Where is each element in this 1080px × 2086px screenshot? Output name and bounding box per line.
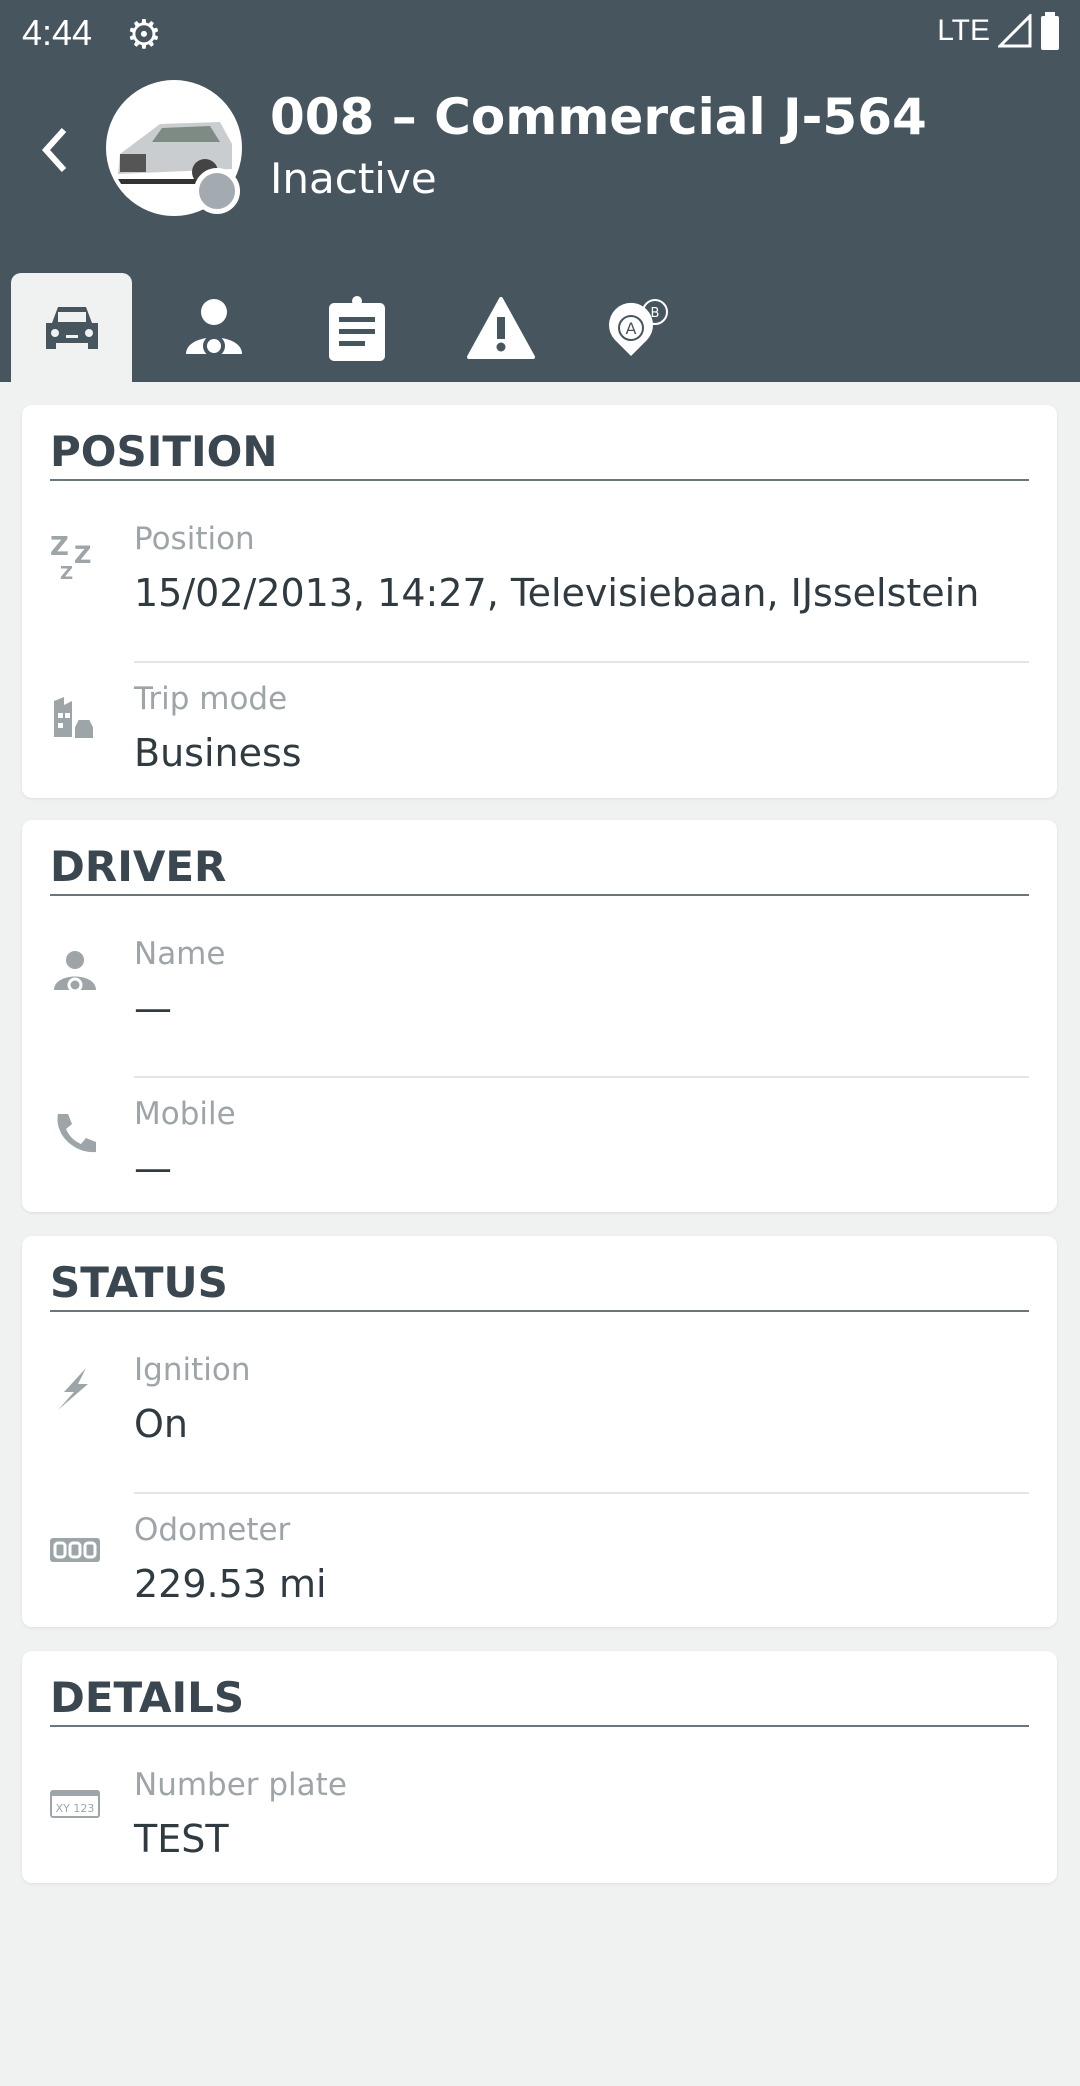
car-icon <box>45 306 98 349</box>
driver-name-row: Name — <box>22 918 1057 1078</box>
position-value: 15/02/2013, 14:27, Televisiebaan, IJssel… <box>134 571 980 615</box>
tab-vehicle[interactable] <box>11 273 132 382</box>
section-title: DETAILS <box>50 1673 245 1722</box>
vehicle-status: Inactive <box>270 154 437 203</box>
ignition-row: Ignition On <box>22 1334 1057 1494</box>
tab-alerts[interactable] <box>440 273 561 382</box>
tab-trips[interactable]: AB <box>578 273 699 382</box>
tab-driver[interactable] <box>153 273 274 382</box>
driver-card: DRIVER Name — Mobile — <box>22 820 1057 1212</box>
ignition-value: On <box>134 1402 188 1446</box>
driver-name-label: Name <box>134 936 226 972</box>
svg-text:Z: Z <box>50 533 69 562</box>
details-card: DETAILS XY 123 Number plate TEST <box>22 1651 1057 1883</box>
app-header: 4:44 ⚙ LTE 008 – Commercial J-564 Inacti… <box>0 0 1080 382</box>
divider <box>50 479 1029 481</box>
clipboard-icon <box>328 295 385 361</box>
trip-mode-value: Business <box>134 731 302 775</box>
svg-text:XY 123: XY 123 <box>56 1802 95 1815</box>
driver-name-value: — <box>134 986 172 1030</box>
svg-text:Z: Z <box>74 541 91 569</box>
ignition-label: Ignition <box>134 1352 251 1388</box>
section-title: POSITION <box>50 427 278 476</box>
number-plate-label: Number plate <box>134 1767 347 1803</box>
number-plate-icon: XY 123 <box>50 1790 100 1818</box>
number-plate-value: TEST <box>134 1817 229 1861</box>
driver-icon <box>185 298 242 357</box>
divider <box>50 1725 1029 1727</box>
back-button[interactable] <box>36 120 76 180</box>
route-ab-icon: AB <box>608 298 668 356</box>
warning-icon <box>466 296 535 359</box>
sleep-zzz-icon: Z ZZ <box>50 533 91 583</box>
lightning-icon <box>58 1368 88 1410</box>
status-card: STATUS Ignition On Odometer 229.53 mi <box>22 1236 1057 1627</box>
vehicle-title: 008 – Commercial J-564 <box>270 88 927 146</box>
phone-icon <box>57 1114 96 1153</box>
divider <box>50 894 1029 896</box>
driver-icon <box>54 951 96 993</box>
svg-text:Z: Z <box>60 563 73 583</box>
signal-icon <box>998 14 1032 48</box>
status-indicators: LTE <box>937 12 1060 50</box>
section-title: STATUS <box>50 1258 228 1307</box>
svg-text:B: B <box>650 306 659 321</box>
divider <box>50 1310 1029 1312</box>
odometer-label: Odometer <box>134 1512 291 1548</box>
driver-mobile-row: Mobile — <box>22 1078 1057 1238</box>
settings-gear-icon: ⚙ <box>126 12 162 58</box>
network-label: LTE <box>937 14 990 47</box>
svg-text:A: A <box>625 319 636 338</box>
tab-logbook[interactable] <box>296 273 417 382</box>
odometer-icon <box>50 1538 100 1562</box>
odometer-value: 229.53 mi <box>134 1562 327 1606</box>
trip-mode-row: Trip mode Business <box>22 663 1057 823</box>
position-row: ZZZ Position 15/02/2013, 14:27, Televisi… <box>22 503 1057 663</box>
section-title: DRIVER <box>50 842 227 891</box>
driver-mobile-label: Mobile <box>134 1096 236 1132</box>
status-dot <box>194 168 240 214</box>
trip-mode-label: Trip mode <box>134 681 288 717</box>
position-label: Position <box>134 521 255 557</box>
business-trip-icon <box>54 697 95 740</box>
position-card: POSITION ZZZ Position 15/02/2013, 14:27,… <box>22 405 1057 798</box>
odometer-row: Odometer 229.53 mi <box>22 1494 1057 1654</box>
driver-mobile-value: — <box>134 1146 172 1190</box>
battery-icon <box>1041 12 1059 50</box>
number-plate-row: XY 123 Number plate TEST <box>22 1749 1057 1909</box>
status-time: 4:44 <box>22 12 93 53</box>
